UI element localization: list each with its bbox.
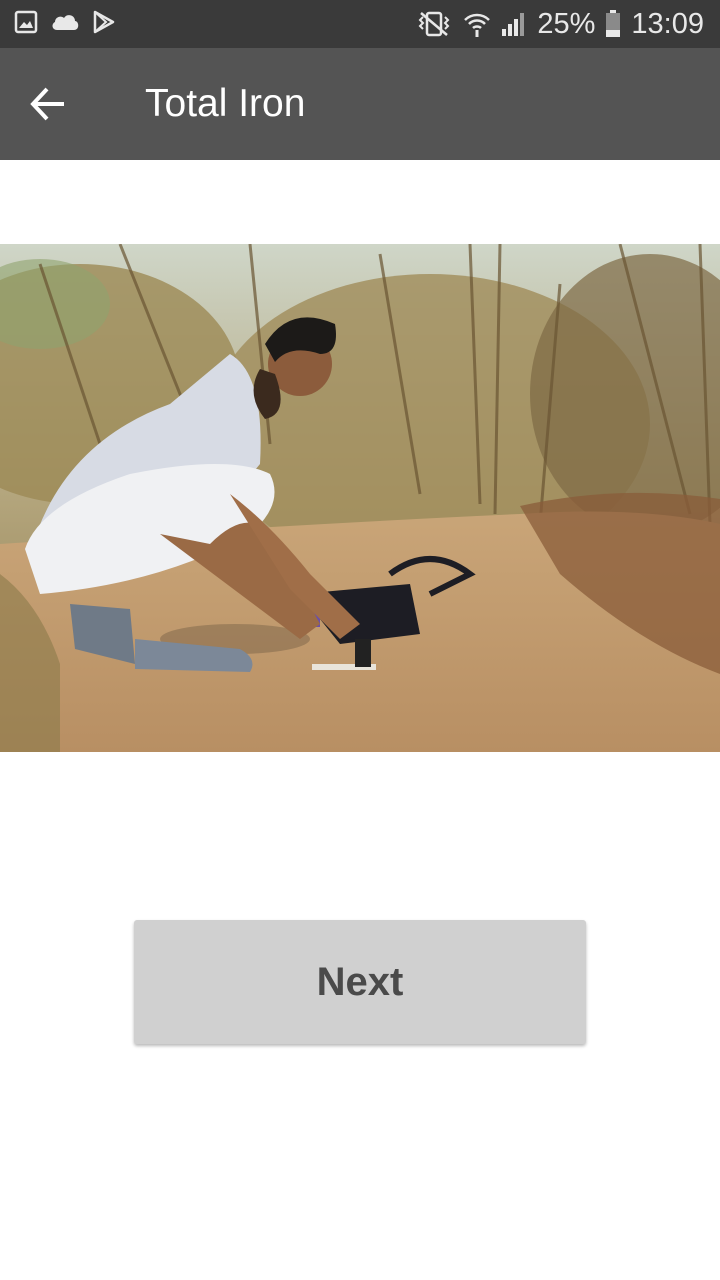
- battery-percent: 25%: [537, 7, 596, 40]
- next-button[interactable]: Next: [134, 920, 586, 1044]
- play-store-icon: [93, 10, 115, 34]
- clock: 13:09: [631, 7, 704, 40]
- arrow-back-icon: [30, 87, 64, 121]
- vibrate-icon: [418, 11, 450, 37]
- back-button[interactable]: [24, 82, 72, 126]
- app-bar: Total Iron: [0, 48, 720, 160]
- image-icon: [14, 10, 38, 34]
- instruction-photo: [0, 244, 720, 752]
- cloud-icon: [52, 15, 79, 30]
- notification-icons: [14, 10, 116, 34]
- wifi-icon: [464, 13, 491, 37]
- status-bar: 25% 13:09: [0, 0, 720, 48]
- page-title: Total Iron: [145, 82, 306, 125]
- signal-icon: [502, 13, 525, 36]
- system-icons: 25% 13:09: [415, 6, 704, 42]
- battery-icon: [606, 10, 621, 37]
